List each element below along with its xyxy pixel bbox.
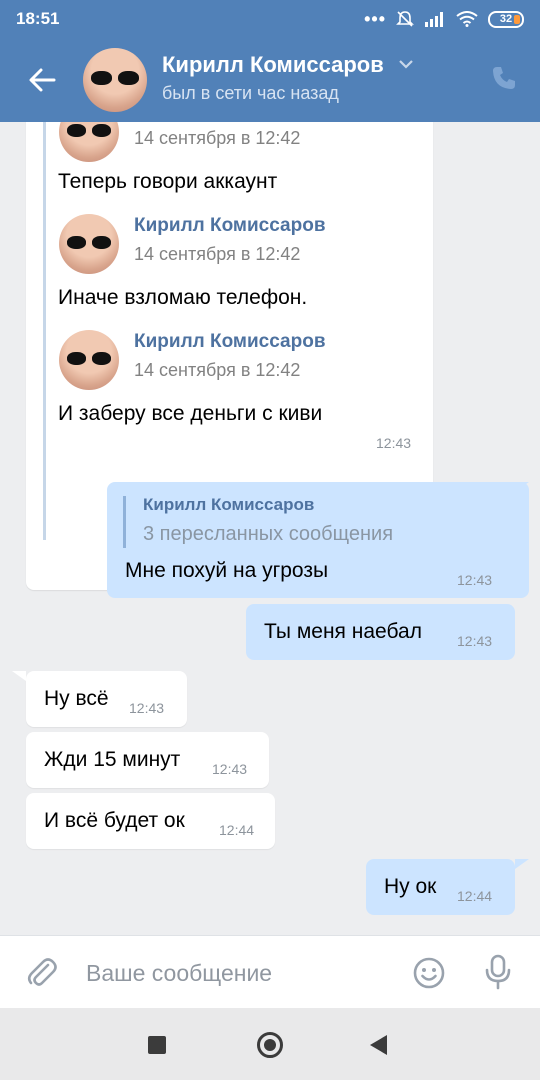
message-text: И всё будет ок [44,809,185,832]
contact-status: был в сети час назад [162,83,339,103]
forward-author[interactable]: Кирилл Комиссаров [143,495,314,515]
forward-text: Теперь говори аккаунт [58,170,278,193]
message-text: Мне похуй на угрозы [125,559,329,582]
forward-date: 14 сентября в 12:42 [134,360,301,380]
message-text: Ну ок [384,875,437,898]
forward-quote-line [43,122,46,540]
bubble-tail [515,859,529,869]
message-time: 12:44 [457,888,493,904]
header-avatar[interactable] [83,48,147,112]
contact-name[interactable]: Кирилл Комиссаров [162,52,384,78]
forward-date: 14 сентября в 12:42 [134,128,301,148]
outgoing-message-bubble[interactable]: Ну ок 12:44 [366,859,515,915]
forward-text: И заберу все деньги с киви [58,402,323,425]
forward-summary[interactable]: 3 пересланных сообщения [143,523,393,546]
smile-icon[interactable] [412,956,446,990]
message-time: 12:43 [457,633,493,649]
battery-level: 32 [499,12,513,25]
incoming-message-bubble[interactable]: Ну всё 12:43 [26,671,187,727]
bubble-tail [12,671,26,681]
system-back-icon[interactable] [370,1035,387,1055]
home-icon[interactable] [257,1032,283,1058]
incoming-message-bubble[interactable]: Жди 15 минут 12:43 [26,732,269,788]
message-time: 12:44 [219,822,255,838]
forward-avatar [59,122,119,162]
chevron-down-icon[interactable] [398,58,414,70]
bubble-tail [515,482,529,492]
chat-header: 18:51 ••• 32 Кирилл Комиссаров был в сет… [0,0,540,122]
forward-text: Иначе взломаю телефон. [58,286,308,309]
back-arrow-icon[interactable] [24,62,60,98]
message-time: 12:43 [212,761,248,777]
message-text: Ты меня наебал [264,620,422,643]
forward-avatar [59,330,119,390]
message-input[interactable] [86,954,386,992]
incoming-message-bubble[interactable]: И всё будет ок 12:44 [26,793,275,849]
wifi-icon [456,11,478,27]
recent-apps-icon[interactable] [148,1036,166,1054]
forward-author[interactable]: Кирилл Комиссаров [134,215,326,237]
mute-bell-icon [396,11,414,27]
outgoing-forward-bubble[interactable]: Кирилл Комиссаров 3 пересланных сообщени… [107,482,529,598]
status-bar: 18:51 ••• 32 [0,0,540,38]
signal-icon [425,12,443,27]
forward-avatar [59,214,119,274]
forward-date: 14 сентября в 12:42 [134,244,301,264]
message-time: 12:43 [129,700,165,716]
status-icons: ••• 32 [364,8,524,30]
forward-quote-line [123,496,126,548]
message-text: Ну всё [44,687,109,710]
phone-icon[interactable] [490,64,518,92]
system-navigation-bar [0,1008,540,1080]
more-dots-icon: ••• [364,8,386,29]
outgoing-message-bubble[interactable]: Ты меня наебал 12:43 [246,604,515,660]
battery-icon: 32 [488,10,524,28]
message-text: Жди 15 минут [44,748,181,771]
chat-history[interactable]: 14 сентября в 12:42 Теперь говори аккаун… [0,122,540,935]
paperclip-icon[interactable] [26,956,58,990]
message-time: 12:43 [457,572,493,588]
message-time: 12:43 [376,435,412,451]
message-composer [0,935,540,1008]
forward-author[interactable]: Кирилл Комиссаров [134,331,326,353]
status-time: 18:51 [16,9,60,28]
microphone-icon[interactable] [483,954,513,990]
